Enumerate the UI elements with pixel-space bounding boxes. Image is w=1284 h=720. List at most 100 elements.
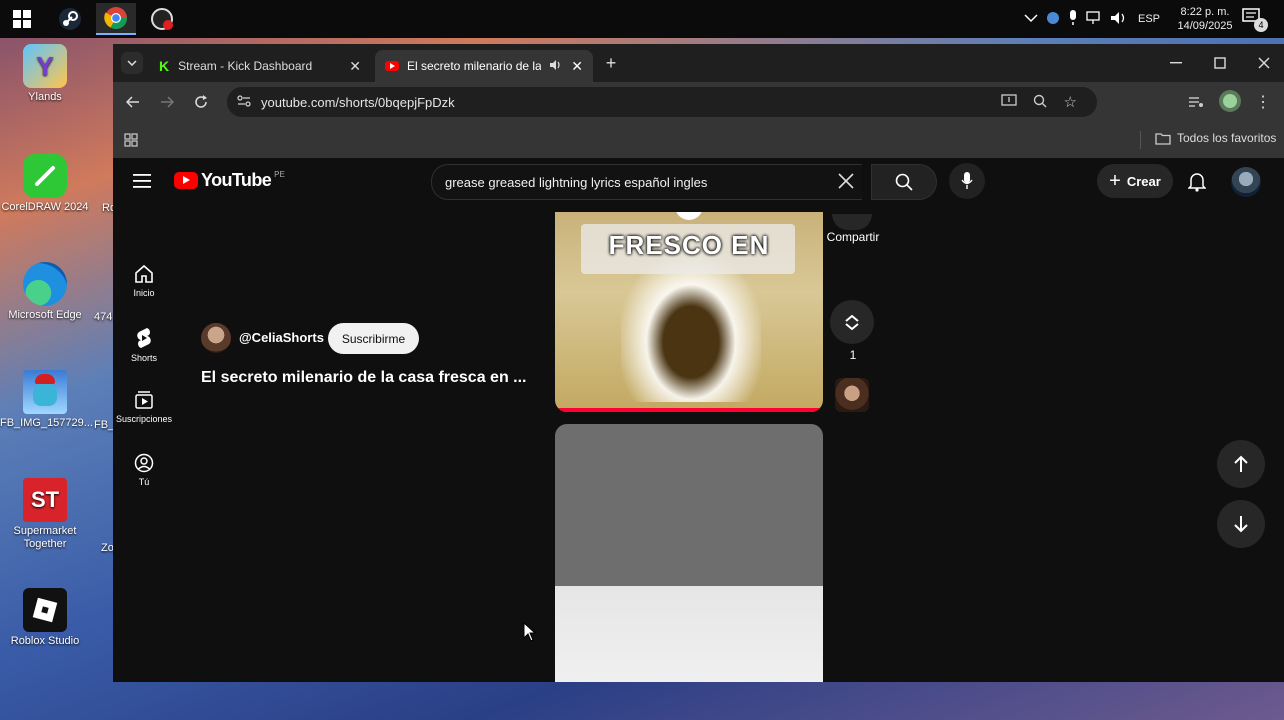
maximize-button[interactable] [1209,52,1231,74]
tab-kick-dashboard[interactable]: K Stream - Kick Dashboard ✕ [149,50,371,82]
mouse-cursor-icon [523,621,537,647]
clear-search-icon[interactable] [838,173,854,194]
create-button[interactable]: + Crear [1097,164,1173,198]
nav-item-suscripciones[interactable]: Suscripciones [113,390,175,424]
desktop-icon-label: FB_IMG_157729... [0,417,93,429]
arrow-left-icon [126,96,139,108]
clock-date: 14/09/2025 [1177,20,1233,32]
microphone-tray-icon[interactable] [1068,9,1078,29]
next-short-button[interactable] [1217,500,1265,548]
close-tab-icon[interactable]: ✕ [571,58,583,75]
next-short-frame [555,586,823,682]
browser-menu-button[interactable]: ⋮ [1253,92,1273,112]
channel-avatar[interactable] [201,323,231,353]
arrow-up-icon [1234,455,1248,472]
chevron-up-icon[interactable] [1024,12,1038,26]
nav-item-tu[interactable]: Tú [113,453,175,487]
desktop-icon-ylands[interactable]: Y Ylands [0,44,90,103]
desktop-icon-roblox-studio[interactable]: Roblox Studio [0,588,90,647]
tab-youtube-short[interactable]: El secreto milenario de la ca ✕ [375,50,593,82]
youtube-logo-icon [174,172,198,189]
channel-name[interactable]: @CeliaShorts [239,330,324,345]
install-app-icon[interactable] [1001,93,1017,111]
kebab-menu-icon: ⋮ [1255,94,1271,111]
bookmark-star-icon[interactable]: ☆ [1064,93,1077,111]
tab-title: Stream - Kick Dashboard [178,59,313,73]
subscribe-button[interactable]: Suscribirme [328,323,419,354]
subscriptions-icon [135,391,153,409]
back-button[interactable] [123,92,143,112]
media-controls-button[interactable] [1187,92,1207,112]
desktop-icon-supermarket-together[interactable]: ST Supermarket Together [0,478,90,551]
tab-title: El secreto milenario de la ca [407,59,542,73]
nav-label: Shorts [130,353,157,363]
close-tab-icon[interactable]: ✕ [349,58,361,75]
apps-grid-icon [124,133,138,147]
guide-menu-button[interactable] [133,170,151,192]
short-title[interactable]: El secreto milenario de la casa fresca e… [201,369,541,387]
steam-taskbar-icon[interactable] [50,3,90,35]
search-input[interactable]: grease greased lightning lyrics español … [431,164,862,200]
app-taskbar-icon[interactable] [142,3,182,35]
voice-search-button[interactable] [949,163,985,199]
partial-desktop-label: 474 [94,311,113,323]
video-progress-bar[interactable] [555,408,823,412]
remix-count: 1 [849,348,857,362]
account-avatar[interactable] [1231,167,1261,197]
nav-item-shorts[interactable]: Shorts [113,327,175,363]
tab-search-button[interactable] [121,52,143,74]
reload-icon [195,95,207,108]
address-bar[interactable]: youtube.com/shorts/0bqepjFpDzk ☆ [227,87,1097,117]
nav-item-inicio[interactable]: Inicio [113,264,175,298]
network-icon[interactable] [1086,10,1102,28]
remix-button[interactable] [830,300,874,344]
forward-button[interactable] [157,92,177,112]
minimize-icon [1170,62,1182,64]
volume-icon[interactable] [1110,11,1128,28]
desktop-icon-edge[interactable]: Microsoft Edge [0,262,90,321]
next-short-player[interactable] [555,424,823,682]
nav-label: Tú [138,477,150,487]
steam-tray-icon[interactable] [1046,11,1060,28]
search-button[interactable] [871,164,937,200]
bookmarks-folder-label: Todos los favoritos [1177,131,1277,145]
chrome-taskbar-icon[interactable] [96,3,136,35]
hamburger-menu-icon [133,174,151,188]
roblox-studio-icon [23,588,67,632]
previous-short-button[interactable] [1217,440,1265,488]
video-frame-blur [621,252,761,402]
youtube-logo[interactable]: YouTube PE [174,170,285,191]
system-tray: ESP 8:22 p. m. 14/09/2025 [1024,0,1236,38]
avatar-icon [1223,94,1237,108]
new-tab-button[interactable]: + [601,53,621,73]
playlist-icon [1189,97,1203,107]
desktop-icon-coreldraw[interactable]: CorelDRAW 2024 [0,154,90,213]
clock[interactable]: 8:22 p. m. 14/09/2025 [1174,5,1236,33]
minimize-button[interactable] [1165,52,1187,74]
notifications-bell-button[interactable] [1185,170,1209,194]
kick-favicon-icon: K [159,58,170,74]
search-icon [895,173,913,191]
bookmarks-divider [1140,131,1141,149]
desktop-icon-fb-img[interactable]: FB_IMG_157729... [0,370,93,429]
audio-playing-icon[interactable] [549,59,563,74]
windows-start-icon[interactable] [2,3,42,35]
zoom-icon[interactable] [1033,94,1047,111]
audio-source-thumbnail[interactable] [835,378,869,412]
profile-avatar[interactable] [1219,90,1241,112]
toolbar: youtube.com/shorts/0bqepjFpDzk ☆ ⋮ [113,82,1284,122]
close-window-button[interactable] [1253,52,1275,74]
short-video-player[interactable]: FRESCO EN [555,212,823,412]
desktop-icon-label: Ylands [28,91,62,103]
language-indicator[interactable]: ESP [1138,13,1160,25]
site-info-icon[interactable] [237,94,251,110]
all-bookmarks-button[interactable]: Todos los favoritos [1155,131,1276,145]
reload-button[interactable] [191,92,211,112]
you-icon [134,453,154,473]
share-button[interactable] [832,214,872,230]
taskbar: ESP 8:22 p. m. 14/09/2025 4 [0,0,1284,38]
apps-button[interactable] [123,132,139,148]
desktop-icon-label: CorelDRAW 2024 [1,201,89,213]
notifications-button[interactable]: 4 [1242,8,1268,32]
shorts-icon [137,328,151,348]
